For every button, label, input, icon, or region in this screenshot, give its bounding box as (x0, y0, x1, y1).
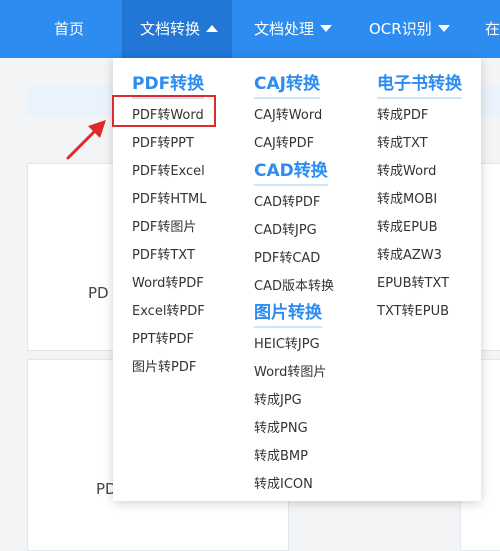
nav-doc-process-label: 文档处理 (254, 20, 315, 38)
menu-item-pdf-to-ppt[interactable]: PDF转PPT (132, 132, 194, 151)
nav-more[interactable]: 在 (485, 0, 500, 58)
menu-item-pdf-to-excel[interactable]: PDF转Excel (132, 160, 205, 179)
menu-item-pdf-to-html[interactable]: PDF转HTML (132, 188, 207, 207)
caret-down-icon (437, 25, 450, 32)
nav-home[interactable]: 首页 (54, 0, 84, 58)
menu-item-cad-to-jpg[interactable]: CAD转JPG (254, 219, 317, 238)
menu-item-ebook-to-azw3[interactable]: 转成AZW3 (377, 244, 442, 263)
menu-item-epub-to-txt[interactable]: EPUB转TXT (377, 272, 449, 291)
menu-item-pdf-to-cad[interactable]: PDF转CAD (254, 247, 320, 266)
nav-ocr-label: OCR识别 (369, 20, 432, 38)
menu-item-pdf-to-image[interactable]: PDF转图片 (132, 216, 196, 235)
image-convert-heading: 图片转换 (254, 298, 322, 328)
ebook-convert-heading: 电子书转换 (377, 69, 462, 99)
menu-item-txt-to-epub[interactable]: TXT转EPUB (377, 300, 449, 319)
menu-item-word-to-image[interactable]: Word转图片 (254, 361, 326, 380)
menu-item-word-to-pdf[interactable]: Word转PDF (132, 272, 204, 291)
card-title: PD (88, 284, 109, 302)
nav-doc-convert-label: 文档转换 (140, 20, 201, 38)
menu-item-cad-version[interactable]: CAD版本转换 (254, 275, 334, 294)
red-arrow-icon (66, 120, 106, 160)
nav-ocr[interactable]: OCR识别 (369, 0, 450, 58)
highlight-box (112, 95, 216, 127)
caret-down-icon (320, 25, 333, 32)
menu-item-ebook-to-epub[interactable]: 转成EPUB (377, 216, 438, 235)
menu-item-ebook-to-mobi[interactable]: 转成MOBI (377, 188, 437, 207)
menu-item-cad-to-pdf[interactable]: CAD转PDF (254, 191, 320, 210)
menu-item-caj-to-pdf[interactable]: CAJ转PDF (254, 132, 314, 151)
caret-up-icon (206, 24, 219, 32)
menu-item-to-png[interactable]: 转成PNG (254, 417, 308, 436)
menu-item-caj-to-word[interactable]: CAJ转Word (254, 104, 322, 123)
menu-item-ebook-to-txt[interactable]: 转成TXT (377, 132, 428, 151)
menu-item-excel-to-pdf[interactable]: Excel转PDF (132, 300, 205, 319)
menu-item-ebook-to-pdf[interactable]: 转成PDF (377, 104, 428, 123)
menu-item-image-to-pdf[interactable]: 图片转PDF (132, 356, 196, 375)
menu-item-pdf-to-txt[interactable]: PDF转TXT (132, 244, 195, 263)
nav-doc-convert[interactable]: 文档转换 (122, 0, 233, 58)
menu-item-to-bmp[interactable]: 转成BMP (254, 445, 308, 464)
menu-item-ebook-to-word[interactable]: 转成Word (377, 160, 436, 179)
menu-item-heic-to-jpg[interactable]: HEIC转JPG (254, 333, 320, 352)
caj-convert-heading: CAJ转换 (254, 69, 320, 99)
menu-item-to-jpg[interactable]: 转成JPG (254, 389, 302, 408)
menu-item-ppt-to-pdf[interactable]: PPT转PDF (132, 328, 194, 347)
nav-doc-process[interactable]: 文档处理 (254, 0, 333, 58)
cad-convert-heading: CAD转换 (254, 156, 328, 186)
top-navigation: 首页 文档转换 文档处理 OCR识别 在 (0, 0, 500, 58)
menu-item-to-icon[interactable]: 转成ICON (254, 473, 313, 492)
